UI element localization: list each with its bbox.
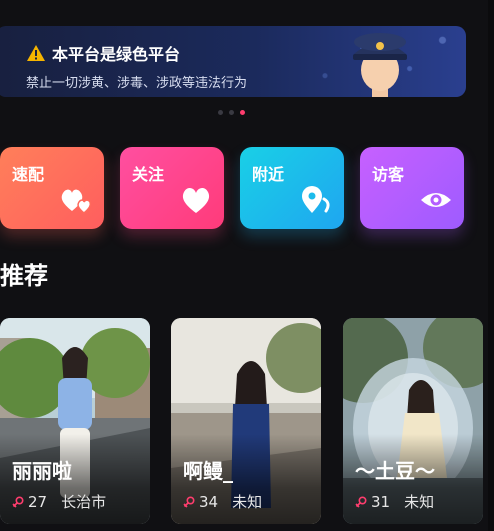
carousel-indicator — [218, 110, 245, 115]
female-icon — [183, 495, 195, 508]
section-title: 推荐 — [0, 262, 48, 290]
profile-meta: 27 长治市 — [12, 491, 106, 512]
profile-location: 未知 — [232, 493, 263, 511]
profile-age: 34 — [199, 492, 219, 511]
warning-icon — [27, 45, 45, 61]
profile-meta: 31 未知 — [355, 491, 434, 512]
carousel-dot[interactable] — [229, 110, 234, 115]
category-label: 访客 — [372, 165, 405, 184]
profile-age: 27 — [28, 492, 48, 511]
eye-icon — [421, 193, 451, 207]
profile-card[interactable]: 丽丽啦 27 长治市 — [0, 318, 150, 524]
banner-subtitle: 禁止一切涉黄、涉毒、涉政等违法行为 — [26, 76, 248, 91]
category-nearby[interactable]: 附近 — [240, 147, 344, 229]
announcement-banner[interactable]: 本平台是绿色平台 禁止一切涉黄、涉毒、涉政等违法行为 — [0, 26, 466, 97]
profile-age: 31 — [371, 492, 391, 511]
category-label: 附近 — [252, 165, 285, 184]
female-icon — [12, 495, 24, 508]
hearts-icon — [61, 189, 92, 214]
location-icon — [302, 186, 330, 213]
profile-card[interactable]: ～土豆～ 31 未知 — [343, 318, 483, 524]
female-icon — [355, 495, 367, 508]
carousel-dot[interactable] — [218, 110, 223, 115]
category-fast-match[interactable]: 速配 — [0, 147, 104, 229]
profile-card[interactable]: 啊鳗_ 34 未知 — [171, 318, 321, 524]
category-label: 关注 — [132, 165, 165, 184]
category-visitors[interactable]: 访客 — [360, 147, 464, 229]
profile-location: 未知 — [404, 493, 435, 511]
carousel-dot-active[interactable] — [240, 110, 245, 115]
police-officer-illustration — [353, 33, 407, 97]
category-follow[interactable]: 关注 — [120, 147, 224, 229]
banner-title: 本平台是绿色平台 — [52, 45, 181, 64]
profile-location: 长治市 — [61, 493, 107, 511]
profile-name: 啊鳗_ — [183, 459, 233, 483]
profile-name: 丽丽啦 — [12, 459, 72, 483]
heart-icon — [182, 187, 210, 213]
scroll-edge — [488, 0, 494, 531]
category-label: 速配 — [12, 165, 45, 184]
profile-name: ～土豆～ — [355, 459, 435, 483]
profile-meta: 34 未知 — [183, 491, 262, 512]
